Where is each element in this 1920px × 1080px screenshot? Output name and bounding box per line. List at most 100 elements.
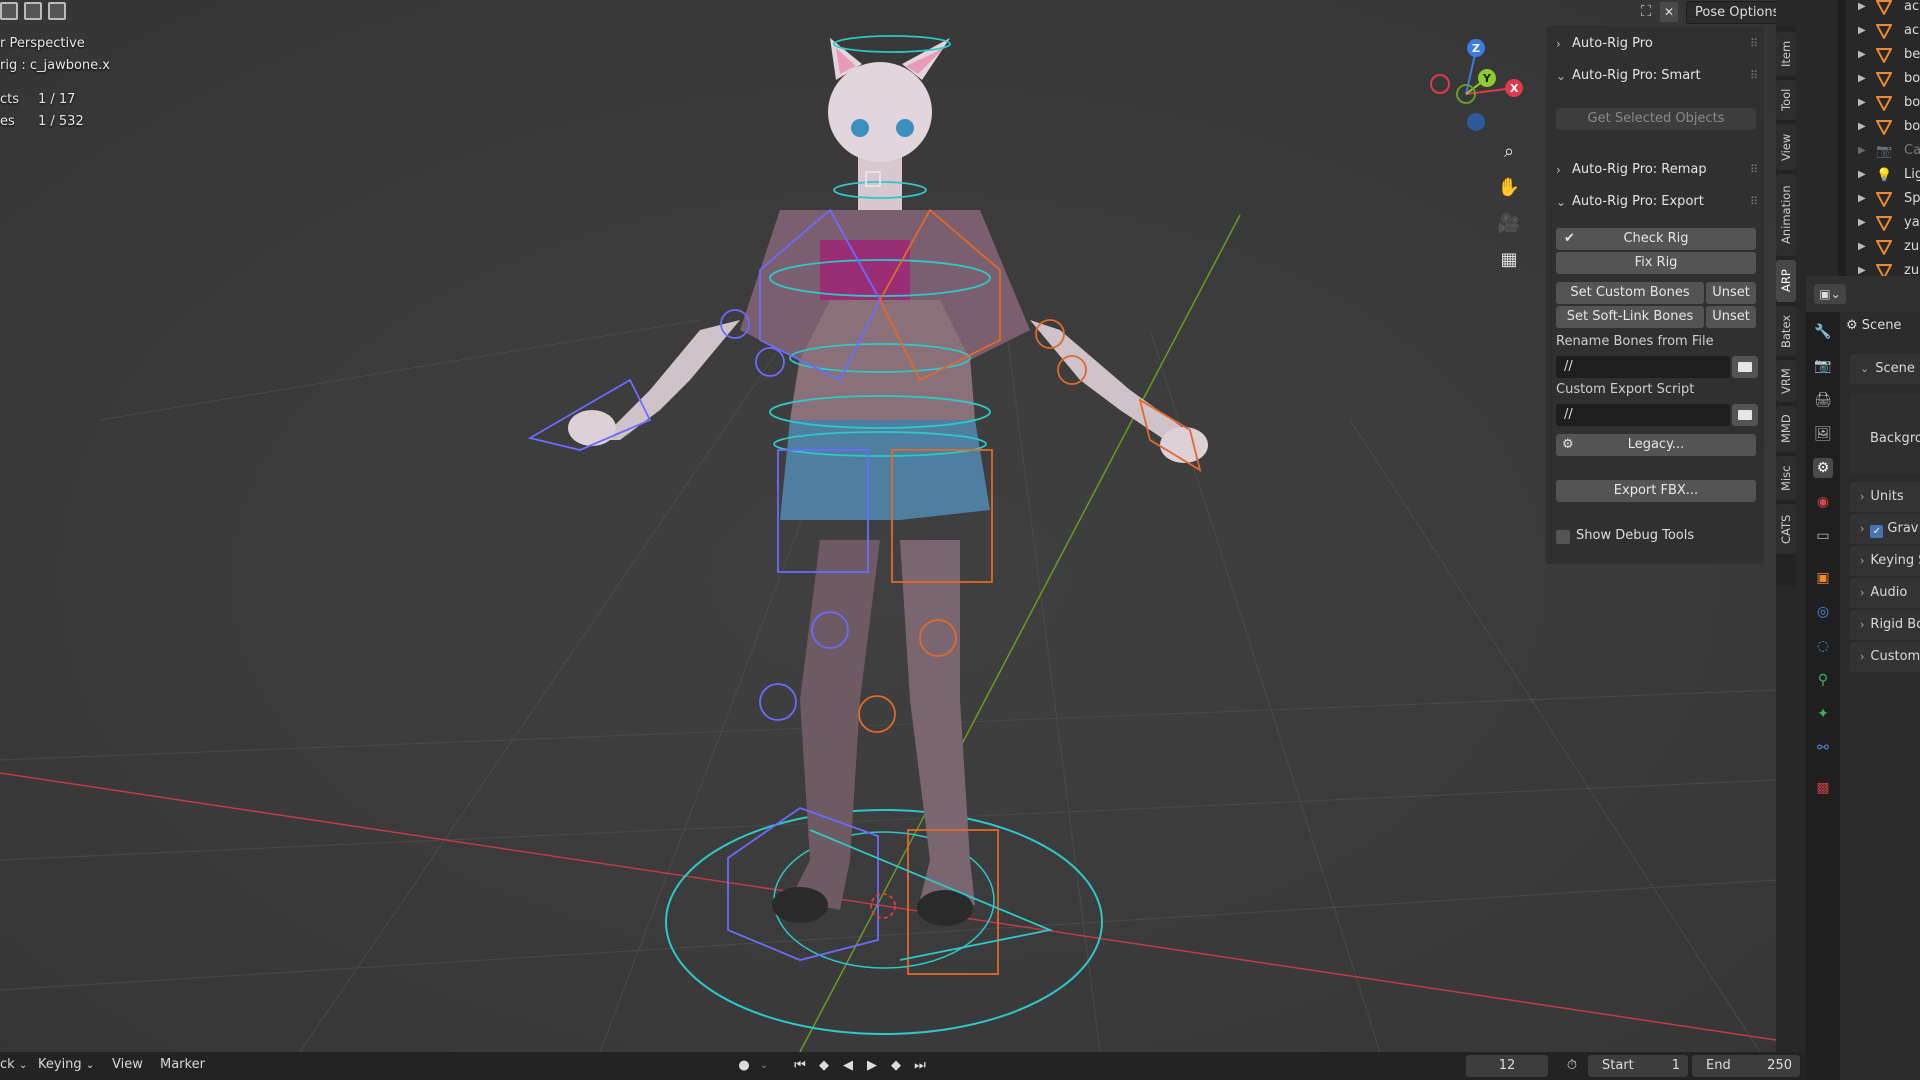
legacy-button[interactable]: ⚙ Legacy...: [1556, 434, 1756, 456]
fix-rig-button[interactable]: Fix Rig: [1556, 252, 1756, 274]
texture-icon[interactable]: ▩: [1813, 778, 1833, 798]
unset-custom-bones-button[interactable]: Unset: [1706, 282, 1756, 304]
section-auto-rig-pro[interactable]: › Auto-Rig Pro ⠿: [1546, 30, 1764, 58]
gizmo-neg-z[interactable]: [1467, 113, 1485, 131]
select-extend-icon[interactable]: [24, 2, 42, 20]
view-layer-icon[interactable]: 🖼: [1813, 424, 1833, 444]
scene-icon[interactable]: ⚙: [1813, 458, 1833, 478]
outliner-item[interactable]: ▶ zu: [1838, 236, 1920, 260]
scene-panel[interactable]: ⌄ Scene: [1850, 354, 1920, 384]
outliner-item[interactable]: ▶ bo: [1838, 92, 1920, 116]
stopwatch-icon[interactable]: ⏱: [1562, 1056, 1582, 1076]
folder-icon[interactable]: [1732, 404, 1758, 426]
tab-cats[interactable]: CATS: [1776, 504, 1796, 554]
panel-rigid-body[interactable]: › Rigid Bo: [1850, 610, 1920, 640]
play-reverse-icon[interactable]: ◀: [838, 1056, 858, 1076]
outliner-item[interactable]: ▶ bo: [1838, 116, 1920, 140]
end-frame-field[interactable]: End 250: [1692, 1055, 1800, 1077]
menu-view[interactable]: View: [112, 1057, 143, 1072]
outliner-item[interactable]: ▶ ac: [1838, 0, 1920, 20]
editor-type-dropdown[interactable]: ▣⌄: [1814, 284, 1846, 304]
start-frame-field[interactable]: Start 1: [1588, 1055, 1688, 1077]
armature-icon: [1876, 24, 1892, 39]
get-selected-objects-button[interactable]: Get Selected Objects: [1556, 108, 1756, 130]
panel-custom-properties[interactable]: › Custom: [1850, 642, 1920, 672]
physics-icon[interactable]: ⚲: [1813, 670, 1833, 690]
panel-units[interactable]: › Units: [1850, 482, 1920, 512]
tab-view[interactable]: View: [1776, 124, 1796, 170]
unset-softlink-bones-button[interactable]: Unset: [1706, 306, 1756, 328]
check-rig-label: Check Rig: [1623, 231, 1689, 246]
record-button[interactable]: ●: [734, 1056, 754, 1076]
select-mode-icon[interactable]: [0, 2, 18, 20]
snap-icon[interactable]: ⛶: [1636, 2, 1656, 22]
menu-marker[interactable]: Marker: [160, 1057, 205, 1072]
camera-icon[interactable]: 🎥: [1492, 206, 1526, 240]
panel-gravity[interactable]: › ✓ Grav: [1850, 514, 1920, 544]
outliner-item[interactable]: ▶ ya: [1838, 212, 1920, 236]
outliner-item[interactable]: ▶ be: [1838, 44, 1920, 68]
armature-data-icon[interactable]: ✦: [1813, 704, 1833, 724]
mirror-x-toggle[interactable]: ✕: [1660, 2, 1678, 22]
check-rig-button[interactable]: ✔ Check Rig: [1556, 228, 1756, 250]
panel-keying-sets[interactable]: ›Keying S: [1850, 546, 1920, 576]
render-icon[interactable]: 📷: [1813, 356, 1833, 376]
tab-arp[interactable]: ARP: [1776, 260, 1796, 302]
set-softlink-bones-button[interactable]: Set Soft-Link Bones: [1556, 306, 1704, 328]
grid-icon[interactable]: ▦: [1492, 242, 1526, 276]
outliner-item[interactable]: ▶ 📷 Ca: [1838, 140, 1920, 164]
armature-icon: [1876, 120, 1892, 135]
next-keyframe-icon[interactable]: ◆: [886, 1056, 906, 1076]
grip-icon[interactable]: ⠿: [1750, 156, 1758, 184]
modifier-icon[interactable]: ◎: [1813, 602, 1833, 622]
object-icon[interactable]: ▣: [1813, 568, 1833, 588]
tab-animation[interactable]: Animation: [1776, 174, 1796, 256]
outliner-item[interactable]: ▶ Sp: [1838, 188, 1920, 212]
bone-constraint-icon[interactable]: ⚯: [1813, 738, 1833, 758]
tool-icon[interactable]: 🔧: [1813, 322, 1833, 342]
panel-audio[interactable]: › Audio: [1850, 578, 1920, 608]
select-subtract-icon[interactable]: [48, 2, 66, 20]
jump-end-icon[interactable]: ⏭: [910, 1056, 930, 1076]
tab-mmd[interactable]: MMD: [1776, 406, 1796, 452]
rename-bones-path-field[interactable]: //: [1556, 356, 1730, 378]
jump-start-icon[interactable]: ⏮: [790, 1056, 810, 1076]
grip-icon[interactable]: ⠿: [1750, 30, 1758, 58]
grip-icon[interactable]: ⠿: [1750, 62, 1758, 90]
outliner-item[interactable]: ▶ ac: [1838, 20, 1920, 44]
world-icon[interactable]: ◉: [1813, 492, 1833, 512]
hand-pan-icon[interactable]: ✋: [1492, 170, 1526, 204]
section-auto-rig-pro-remap[interactable]: › Auto-Rig Pro: Remap ⠿: [1546, 156, 1764, 184]
play-icon[interactable]: ▶: [862, 1056, 882, 1076]
particles-icon[interactable]: ◌: [1813, 636, 1833, 656]
tab-misc[interactable]: Misc: [1776, 456, 1796, 500]
section-auto-rig-pro-smart[interactable]: ⌄ Auto-Rig Pro: Smart ⠿: [1546, 62, 1764, 90]
folder-icon[interactable]: [1732, 356, 1758, 378]
gravity-checkbox[interactable]: ✓: [1870, 525, 1884, 538]
3d-viewport[interactable]: Z X Y r Perspective rig : c_jawbone.x ct…: [0, 0, 1776, 1052]
collection-icon[interactable]: ▭: [1813, 526, 1833, 546]
section-auto-rig-pro-export[interactable]: ⌄ Auto-Rig Pro: Export ⠿: [1546, 188, 1764, 216]
tab-vrm[interactable]: VRM: [1776, 360, 1796, 402]
tab-item[interactable]: Item: [1776, 32, 1796, 76]
prev-keyframe-icon[interactable]: ◆: [814, 1056, 834, 1076]
stats-bones-value: 1 / 532: [38, 114, 84, 129]
set-custom-bones-button[interactable]: Set Custom Bones: [1556, 282, 1704, 304]
menu-playback[interactable]: ck ⌄: [0, 1057, 27, 1072]
zoom-icon[interactable]: ⌕: [1492, 134, 1526, 168]
menu-keying[interactable]: Keying ⌄: [38, 1057, 94, 1072]
chevron-down-icon[interactable]: ⌄: [754, 1056, 774, 1076]
chevron-down-icon: ⌄: [1556, 195, 1567, 209]
pose-options-label: Pose Options: [1695, 5, 1776, 20]
custom-export-script-field[interactable]: //: [1556, 404, 1730, 426]
tab-batex[interactable]: Batex: [1776, 306, 1796, 356]
pose-options-dropdown[interactable]: Pose Options ⌄: [1686, 1, 1776, 24]
current-frame-field[interactable]: 12: [1466, 1055, 1548, 1077]
show-debug-tools-checkbox[interactable]: [1556, 530, 1570, 544]
tab-tool[interactable]: Tool: [1776, 80, 1796, 120]
export-fbx-button[interactable]: Export FBX...: [1556, 480, 1756, 502]
grip-icon[interactable]: ⠿: [1750, 188, 1758, 216]
output-icon[interactable]: 🖨: [1813, 390, 1833, 410]
outliner-item[interactable]: ▶ 💡 Lig: [1838, 164, 1920, 188]
outliner-item[interactable]: ▶ bo: [1838, 68, 1920, 92]
